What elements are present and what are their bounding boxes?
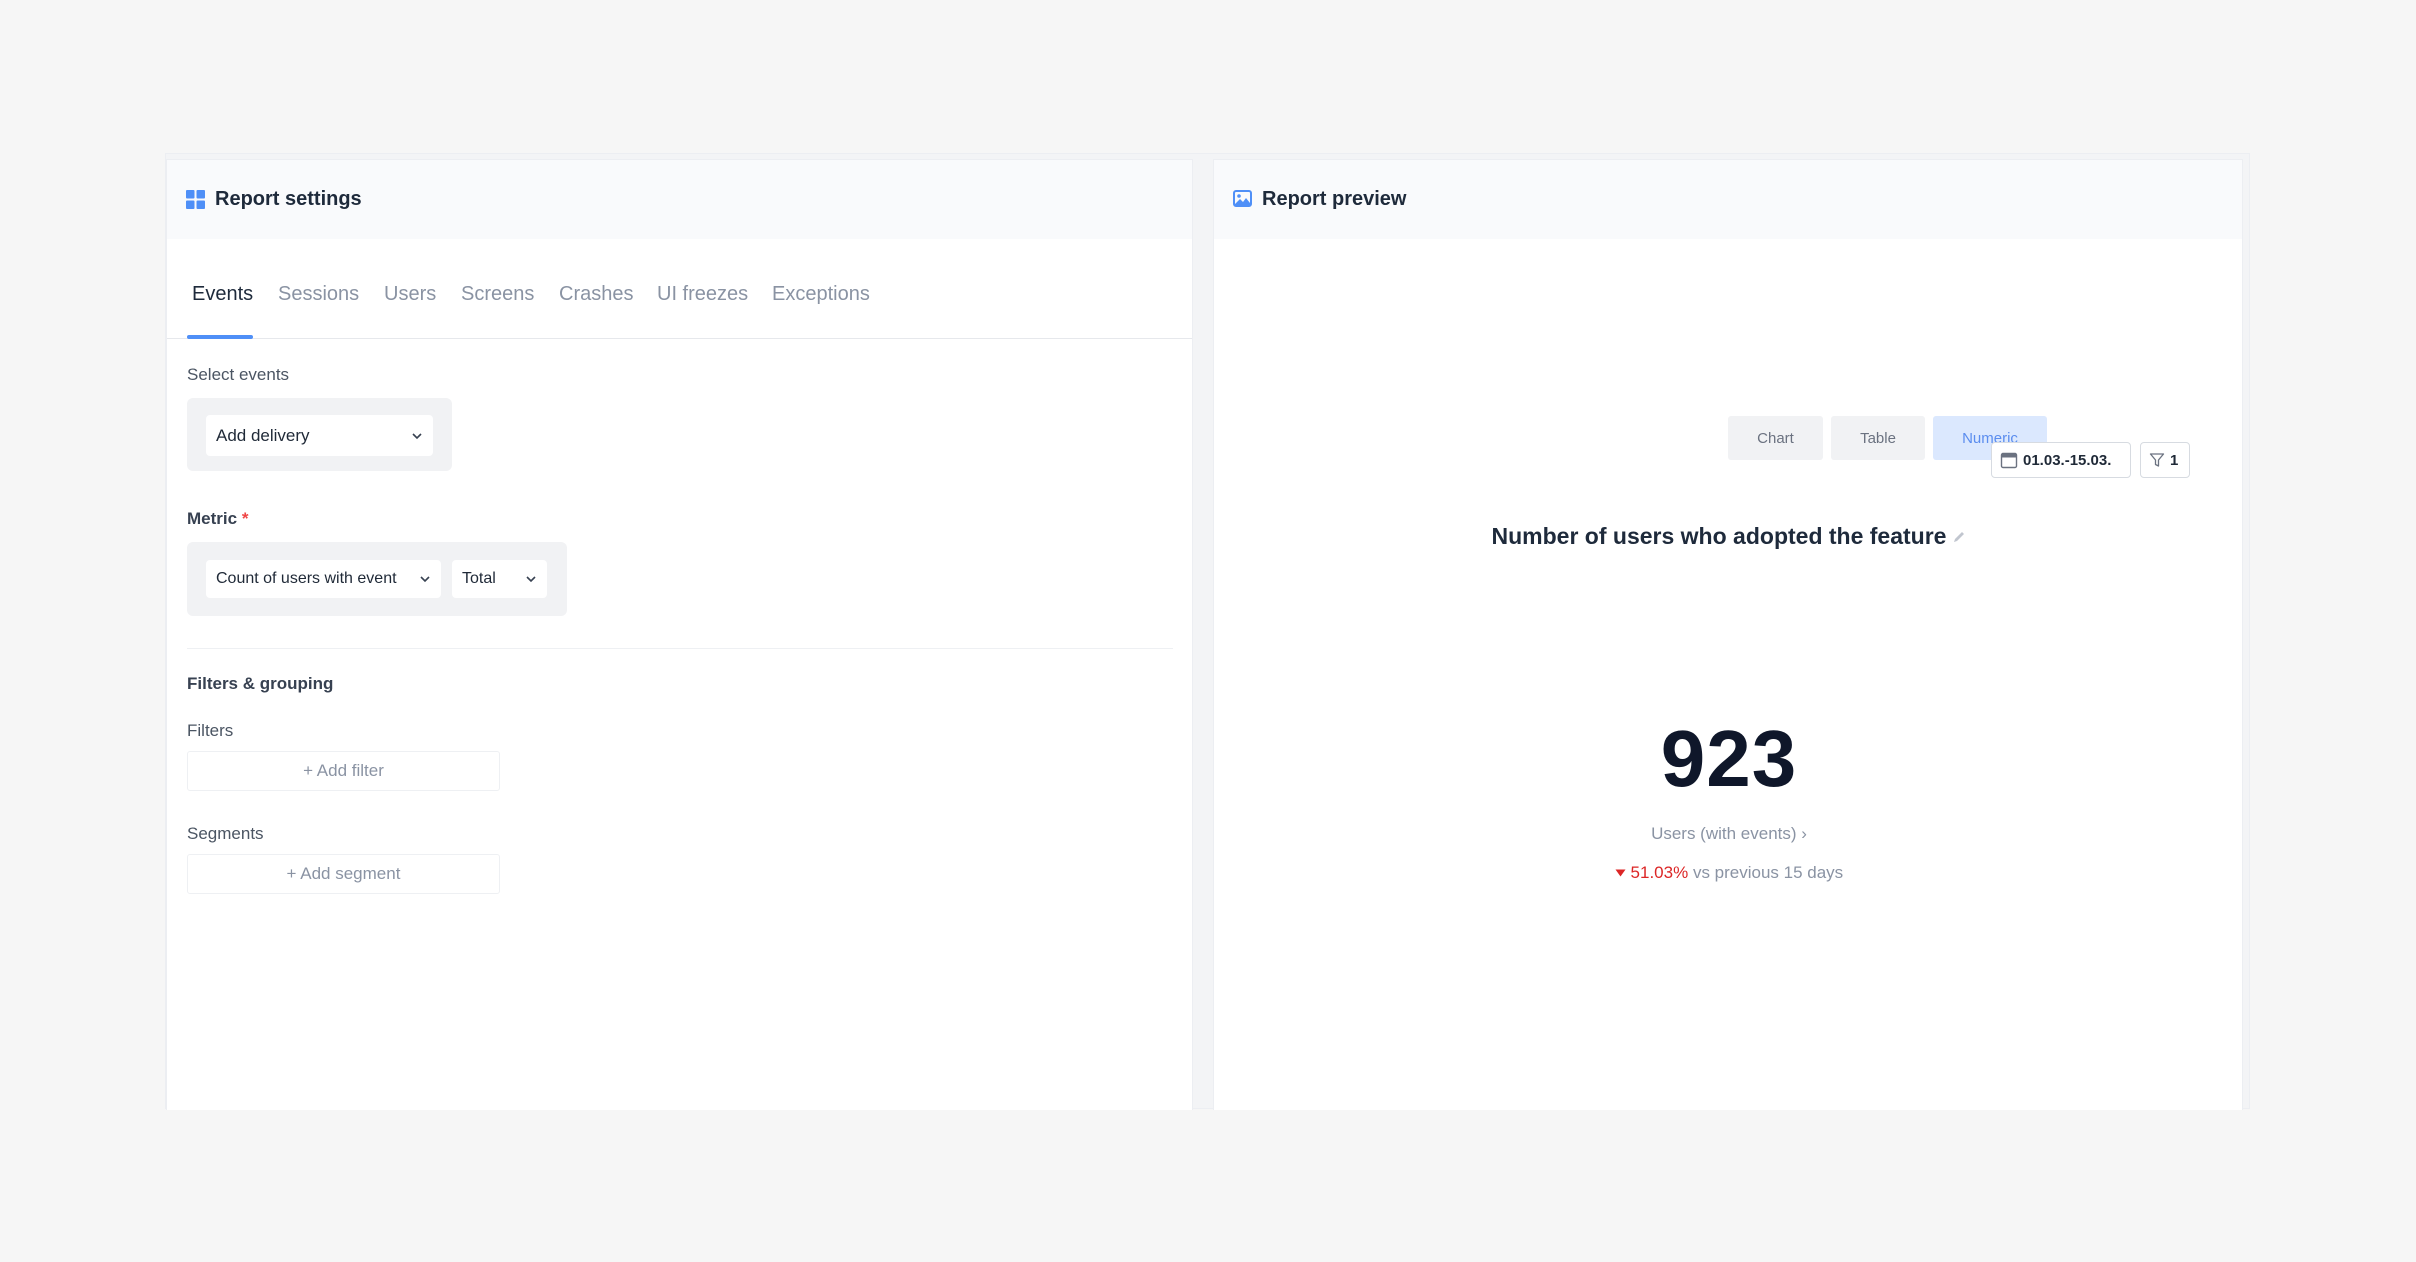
active-tab-indicator xyxy=(187,335,253,339)
filter-count-value: 1 xyxy=(2170,451,2179,469)
tab-users[interactable]: Users xyxy=(384,283,436,306)
report-type-tabs: Events Sessions Users Screens Crashes UI… xyxy=(167,239,1192,339)
report-name: Number of users who adopted the feature xyxy=(1214,523,2242,550)
report-preview-title: Report preview xyxy=(1262,188,1407,210)
event-select[interactable]: Add delivery xyxy=(206,415,433,456)
event-select-group: Add delivery xyxy=(187,398,452,471)
metric-label: Metric * xyxy=(187,509,248,529)
report-builder: Report settings Events Sessions Users Sc… xyxy=(165,153,2250,1110)
filter-count-button[interactable]: 1 xyxy=(2140,442,2190,478)
view-mode-table-button[interactable]: Table xyxy=(1831,416,1925,460)
chevron-down-icon xyxy=(419,572,431,586)
metric-caption-link[interactable]: Users (with events) › xyxy=(1214,824,2242,844)
pencil-icon[interactable] xyxy=(1952,530,1966,549)
add-filter-button[interactable]: + Add filter xyxy=(187,751,500,791)
select-events-label: Select events xyxy=(187,365,290,384)
aggregation-select-value: Total xyxy=(462,570,496,587)
report-name-text: Number of users who adopted the feature xyxy=(1491,523,1947,549)
delta-comparison-text: vs previous 15 days xyxy=(1692,863,1844,882)
add-segment-button[interactable]: + Add segment xyxy=(187,854,500,894)
grid-icon xyxy=(186,190,205,209)
tab-exceptions[interactable]: Exceptions xyxy=(772,283,870,306)
required-mark: * xyxy=(241,509,249,528)
image-icon xyxy=(1233,190,1252,209)
report-settings-title: Report settings xyxy=(215,188,362,210)
tab-sessions[interactable]: Sessions xyxy=(278,283,359,306)
report-preview-panel: Report preview Chart Table Numeric Numbe… xyxy=(1213,159,2243,1110)
delta-percent: 51.03% xyxy=(1630,863,1689,882)
caret-down-icon xyxy=(1615,863,1631,882)
segments-label: Segments xyxy=(187,824,264,843)
section-divider xyxy=(187,648,1173,649)
report-settings-panel: Report settings Events Sessions Users Sc… xyxy=(166,159,1193,1110)
metric-select-group: Count of users with event Total xyxy=(187,542,567,616)
tab-crashes[interactable]: Crashes xyxy=(559,283,633,306)
view-mode-chart-button[interactable]: Chart xyxy=(1728,416,1823,460)
metric-value: 923 xyxy=(1660,714,1798,803)
chevron-down-icon xyxy=(525,572,537,586)
tab-events[interactable]: Events xyxy=(192,283,253,306)
metric-label-text: Metric xyxy=(187,509,238,528)
aggregation-select[interactable]: Total xyxy=(452,560,547,598)
date-range-value: 01.03.-15.03. xyxy=(2023,451,2112,469)
report-preview-header: Report preview xyxy=(1214,160,2242,239)
metric-delta: 51.03% vs previous 15 days xyxy=(1214,863,2242,883)
date-range-picker[interactable]: 01.03.-15.03. xyxy=(1991,442,2131,478)
tab-ui-freezes[interactable]: UI freezes xyxy=(657,283,748,306)
report-settings-header: Report settings xyxy=(167,160,1192,239)
calendar-icon xyxy=(2000,452,2018,469)
chevron-down-icon xyxy=(411,429,423,443)
tab-screens[interactable]: Screens xyxy=(461,283,534,306)
funnel-icon xyxy=(2149,453,2165,467)
metric-select[interactable]: Count of users with event xyxy=(206,560,441,598)
filters-label: Filters xyxy=(187,721,234,740)
event-select-value: Add delivery xyxy=(216,425,310,445)
metric-select-value: Count of users with event xyxy=(216,570,397,587)
filters-grouping-heading: Filters & grouping xyxy=(187,674,334,693)
